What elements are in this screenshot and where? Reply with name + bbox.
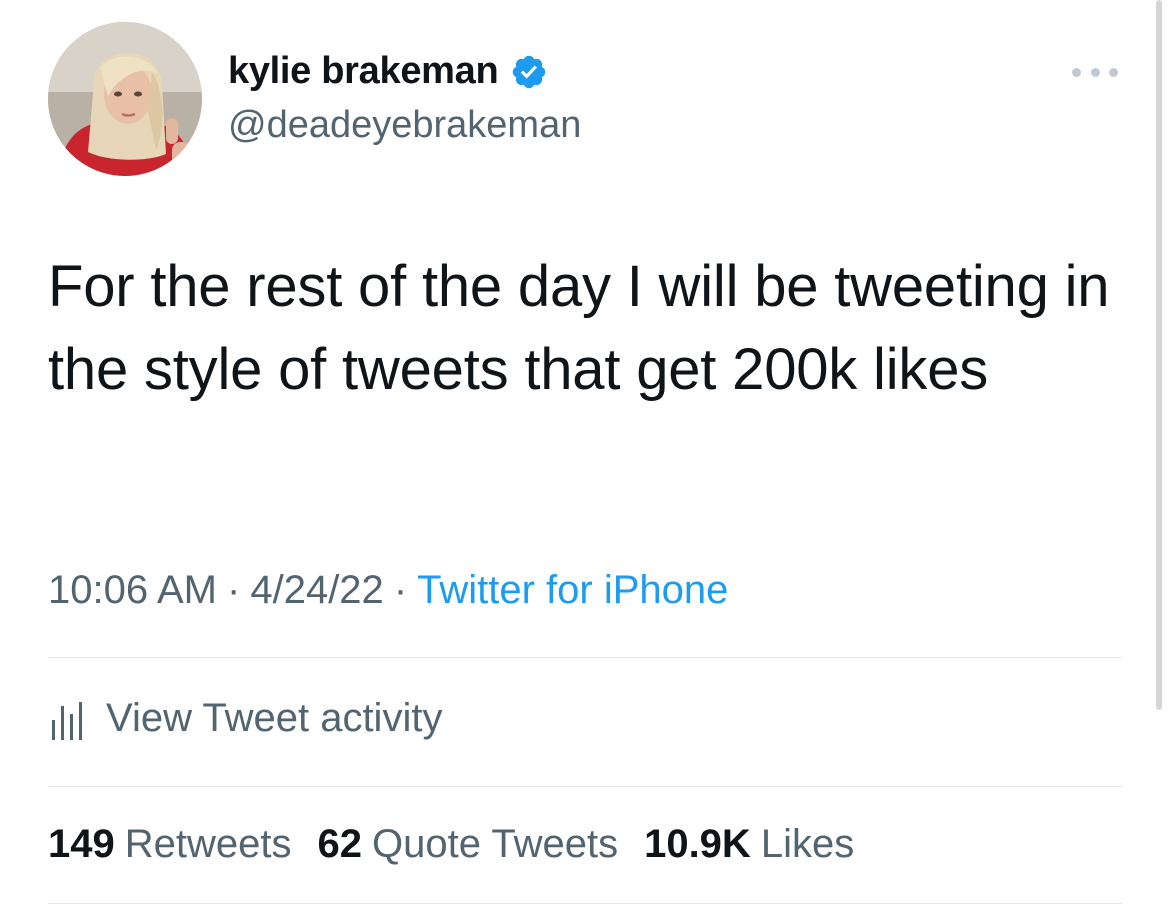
divider	[48, 657, 1122, 658]
divider	[48, 786, 1122, 787]
avatar[interactable]	[48, 22, 202, 176]
more-dot	[1090, 67, 1100, 77]
avatar-image	[48, 22, 202, 176]
more-options-icon[interactable]	[1072, 62, 1118, 82]
tweet-time[interactable]: 10:06 AM	[48, 568, 217, 612]
view-tweet-activity-button[interactable]: View Tweet activity	[48, 692, 442, 744]
divider	[48, 903, 1122, 904]
user-handle[interactable]: @deadeyebrakeman	[228, 104, 581, 147]
likes-stat[interactable]: 10.9K Likes	[644, 822, 854, 867]
tweet-meta: 10:06 AM · 4/24/22 · Twitter for iPhone	[48, 568, 728, 613]
quote-tweets-label: Quote Tweets	[372, 822, 619, 866]
tweet-source-link[interactable]: Twitter for iPhone	[417, 568, 728, 612]
tweet-date[interactable]: 4/24/22	[250, 568, 383, 612]
meta-separator: ·	[393, 568, 408, 612]
quote-tweets-stat[interactable]: 62 Quote Tweets	[318, 822, 619, 867]
likes-label: Likes	[760, 822, 855, 866]
retweets-count: 149	[48, 822, 115, 866]
author-name-row[interactable]: kylie brakeman	[228, 50, 548, 93]
meta-separator: ·	[227, 568, 241, 612]
tweet-text: For the rest of the day I will be tweeti…	[48, 254, 1110, 402]
scrollbar[interactable]	[1156, 0, 1162, 710]
view-tweet-activity-label: View Tweet activity	[106, 695, 443, 740]
more-dot	[1072, 67, 1081, 77]
engagement-stats: 149 Retweets 62 Quote Tweets 10.9K Likes	[48, 822, 880, 867]
likes-count: 10.9K	[644, 822, 751, 866]
more-dot	[1109, 67, 1118, 77]
verified-badge-icon	[510, 53, 548, 91]
retweets-stat[interactable]: 149 Retweets	[48, 822, 292, 867]
tweet-detail: kylie brakeman @deadeyebrakeman For the …	[0, 0, 1170, 905]
display-name[interactable]: kylie brakeman	[228, 50, 499, 93]
quote-tweets-count: 62	[317, 822, 363, 866]
retweets-label: Retweets	[124, 822, 292, 866]
analytics-bars-icon	[52, 702, 82, 740]
